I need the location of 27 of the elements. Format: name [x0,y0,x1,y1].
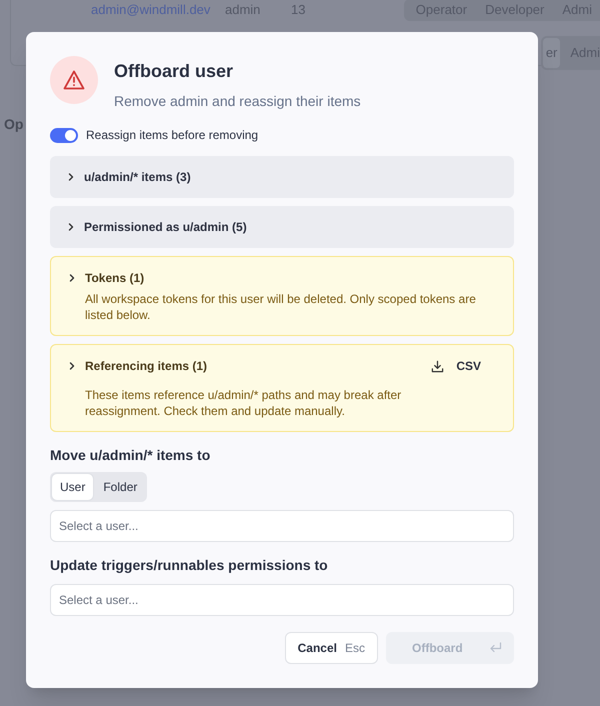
user-select-field[interactable]: Select a user... [50,510,514,542]
section-toggle[interactable]: u/admin/* items (3) [66,168,191,186]
field-label: Update triggers/runnables permissions to [50,556,329,575]
cancel-button[interactable]: Cancel Esc [284,632,378,664]
section-heading: Op [4,115,24,134]
section-toggle[interactable]: Referencing items (1) [67,357,208,375]
user-select-field[interactable]: Select a user... [50,584,514,616]
toggle-label: Reassign items before removing [86,127,258,144]
chevron-icon [66,172,76,182]
dialog-title: Offboard user [114,60,234,83]
warning-icon [63,70,85,90]
section-toggle[interactable]: Tokens (1) [67,269,144,287]
download-icon [431,360,444,372]
segment-tab[interactable]: User [51,473,94,501]
chevron-icon [67,361,77,371]
user-email: admin@windmill.dev [91,2,212,18]
chevron-icon [66,222,76,232]
chevron-icon [67,273,77,283]
warning-text: These items reference u/admin/* paths and may break after reassignment. Check them and update manually. [84,387,402,419]
dialog-subtitle: Remove admin and reassign their items [114,92,361,111]
field-label: Move u/admin/* items to [50,446,212,465]
csv-download-button[interactable]: CSV [431,357,481,375]
section-toggle[interactable]: Permissioned as u/admin (5) [66,218,247,236]
enter-key-icon [489,642,502,654]
segment-tab[interactable]: Folder [94,473,146,501]
toggle-switch[interactable] [50,128,78,142]
warning-text: All workspace tokens for this user will be deleted. Only scoped tokens are listed below. [84,291,477,323]
